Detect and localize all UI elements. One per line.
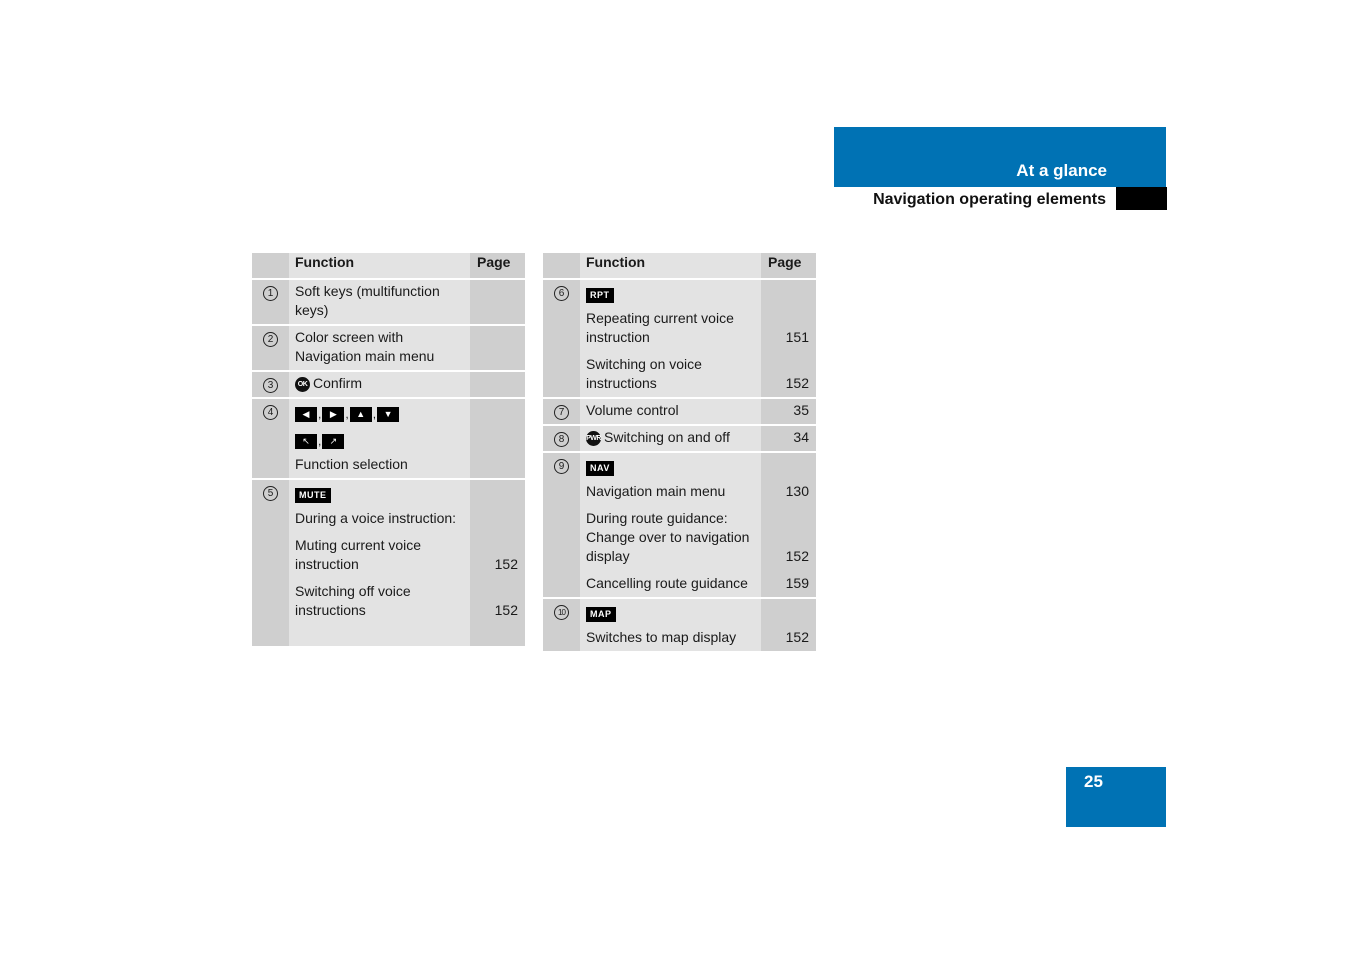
page-ref: 130 xyxy=(785,483,809,499)
table-row: 2 Color screen with Navigation main menu xyxy=(252,324,525,371)
arrow-right-key-icon: ▶ xyxy=(322,407,345,422)
function-text: Muting current voice instruction xyxy=(295,537,422,572)
item-number: 10 xyxy=(554,605,569,620)
arrow-diagonal-right-key-icon: ↗ xyxy=(322,434,345,449)
page-number-box: 25 xyxy=(1066,767,1166,827)
number-column-header xyxy=(252,253,289,279)
table-row: 10 MAP Switches to map display 152 xyxy=(543,597,816,651)
function-table-left: Function Page 1 Soft keys (multifunction… xyxy=(252,253,525,646)
function-text: Repeating current voice instruction xyxy=(586,310,734,345)
function-text: During a voice instruction: xyxy=(295,510,457,526)
table-row: 7 Volume control 35 xyxy=(543,397,816,425)
function-text: Switches to map display xyxy=(586,629,737,645)
table-row: 1 Soft keys (multifunction keys) xyxy=(252,278,525,325)
ok-button-icon: OK xyxy=(295,376,310,392)
item-number: 6 xyxy=(554,286,569,301)
page-ref: 152 xyxy=(785,548,809,564)
page-ref: 159 xyxy=(785,575,809,591)
page-ref: 152 xyxy=(494,602,518,618)
function-text: Confirm xyxy=(313,375,363,391)
function-text: Function selection xyxy=(295,456,408,472)
arrow-diagonal-left-key-icon: ↖ xyxy=(295,434,317,449)
mute-key-icon: MUTE xyxy=(295,488,331,503)
power-button-icon: PWR xyxy=(586,430,601,446)
page-ref: 151 xyxy=(785,329,809,345)
page-number: 25 xyxy=(1084,772,1103,791)
table-row: 9 NAV Navigation main menu During route … xyxy=(543,451,816,598)
item-number: 5 xyxy=(263,486,278,501)
arrow-up-key-icon: ▲ xyxy=(349,407,372,422)
page-ref: 34 xyxy=(793,429,809,445)
function-text: Color screen with Navigation main menu xyxy=(295,329,435,364)
arrow-down-key-icon: ▼ xyxy=(377,407,400,422)
nav-key-icon: NAV xyxy=(586,461,614,476)
function-text: Soft keys (multifunction keys) xyxy=(295,283,440,318)
table-row: 3 OK Confirm xyxy=(252,370,525,398)
page-ref: 152 xyxy=(785,375,809,391)
item-number: 8 xyxy=(554,432,569,447)
page-ref: 152 xyxy=(494,556,518,572)
item-number: 9 xyxy=(554,459,569,474)
table-row: 4 ◀, ▶, ▲, ▼ ↖, ↗ Function selection xyxy=(252,397,525,479)
function-text: Navigation main menu xyxy=(586,483,726,499)
function-text: Switching on and off xyxy=(604,429,730,445)
subsection-header: Navigation operating elements xyxy=(834,187,1116,211)
function-text: During route guidance: Change over to na… xyxy=(586,510,750,564)
header-marker xyxy=(1116,187,1167,210)
function-table-right: Function Page 6 RPT Repeating current vo… xyxy=(543,253,816,651)
page-column-header: Page xyxy=(470,253,525,279)
item-number: 3 xyxy=(263,378,278,393)
function-column-header: Function xyxy=(289,253,470,279)
item-number: 7 xyxy=(554,405,569,420)
page-ref: 35 xyxy=(793,402,809,418)
rpt-key-icon: RPT xyxy=(586,288,614,303)
function-text: Volume control xyxy=(586,402,679,418)
table-row: 8 PWR Switching on and off 34 xyxy=(543,424,816,452)
number-column-header xyxy=(543,253,580,279)
section-title: At a glance xyxy=(1016,161,1107,180)
section-header-band: At a glance xyxy=(834,127,1166,187)
function-column-header: Function xyxy=(580,253,761,279)
arrow-left-key-icon: ◀ xyxy=(295,407,317,422)
item-number: 4 xyxy=(263,405,278,420)
subsection-title: Navigation operating elements xyxy=(873,191,1106,208)
function-text: Cancelling route guidance xyxy=(586,575,748,591)
map-key-icon: MAP xyxy=(586,607,616,622)
page-ref: 152 xyxy=(785,629,809,645)
table-row: 5 MUTE During a voice instruction: Mutin… xyxy=(252,478,525,646)
table-row: 6 RPT Repeating current voice instructio… xyxy=(543,278,816,398)
page-column-header: Page xyxy=(761,253,816,279)
item-number: 1 xyxy=(263,286,278,301)
function-text: Switching off voice instructions xyxy=(295,583,411,618)
function-text: Switching on voice instructions xyxy=(586,356,702,391)
item-number: 2 xyxy=(263,332,278,347)
